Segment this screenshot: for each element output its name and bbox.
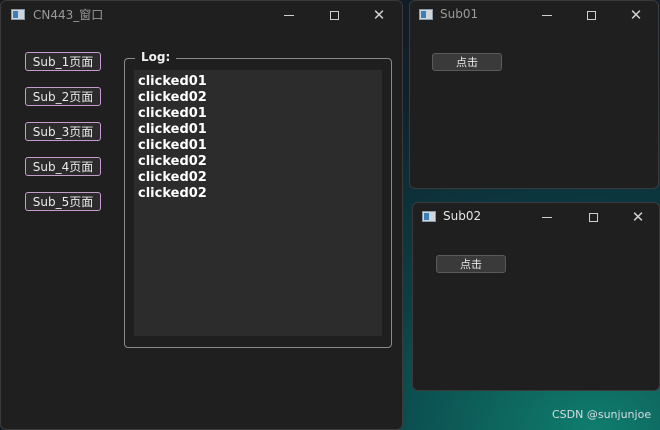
log-line: clicked02 [138, 170, 207, 185]
maximize-button[interactable] [314, 1, 354, 29]
minimize-button[interactable] [527, 1, 567, 29]
close-button[interactable]: ✕ [359, 1, 399, 29]
maximize-button[interactable] [573, 203, 613, 231]
sub4-page-button[interactable]: Sub_4页面 [25, 157, 101, 176]
log-line: clicked02 [138, 186, 207, 201]
log-line: clicked01 [138, 138, 207, 153]
close-icon: ✕ [631, 207, 645, 226]
sub3-page-button[interactable]: Sub_3页面 [25, 122, 101, 141]
main-window-title: CN443_窗口 [33, 8, 104, 22]
close-icon: ✕ [629, 5, 643, 24]
sub02-click-button[interactable]: 点击 [436, 255, 506, 273]
app-window-icon [11, 9, 25, 20]
log-text-area[interactable]: clicked01 clicked02 clicked01 clicked01 … [134, 70, 382, 336]
close-button[interactable]: ✕ [618, 203, 658, 231]
maximize-icon [586, 10, 596, 20]
sub01-titlebar[interactable]: Sub01 ✕ [410, 1, 658, 29]
log-line: clicked01 [138, 106, 207, 121]
app-window-icon [419, 9, 433, 20]
log-groupbox: Log: clicked01 clicked02 clicked01 click… [124, 50, 392, 348]
log-line: clicked02 [138, 154, 207, 169]
sub1-page-button[interactable]: Sub_1页面 [25, 52, 101, 71]
app-window-icon [422, 211, 436, 222]
minimize-button[interactable] [527, 203, 567, 231]
minimize-icon [542, 14, 552, 16]
sub2-page-button[interactable]: Sub_2页面 [25, 87, 101, 106]
minimize-icon [284, 14, 294, 16]
log-line: clicked02 [138, 90, 207, 105]
sub5-page-button[interactable]: Sub_5页面 [25, 192, 101, 211]
maximize-icon [329, 10, 339, 20]
watermark: CSDN @sunjunjoe [552, 408, 652, 421]
sub01-click-button[interactable]: 点击 [432, 53, 502, 71]
sub02-window-title: Sub02 [443, 209, 482, 223]
main-window: CN443_窗口 ✕ Sub_1页面 Sub_2页面 Sub_3页面 Sub_4… [0, 0, 403, 430]
main-titlebar[interactable]: CN443_窗口 ✕ [1, 1, 402, 29]
sub01-window-title: Sub01 [440, 7, 479, 21]
sub02-titlebar[interactable]: Sub02 ✕ [413, 203, 659, 231]
close-button[interactable]: ✕ [616, 1, 656, 29]
minimize-icon [542, 216, 552, 218]
log-line: clicked01 [138, 122, 207, 137]
minimize-button[interactable] [269, 1, 309, 29]
log-line: clicked01 [138, 74, 207, 89]
sub02-window: Sub02 ✕ 点击 [412, 202, 660, 391]
sub01-window: Sub01 ✕ 点击 [409, 0, 659, 189]
close-icon: ✕ [372, 5, 386, 24]
log-title: Log: [135, 50, 177, 64]
maximize-icon [588, 212, 598, 222]
maximize-button[interactable] [571, 1, 611, 29]
